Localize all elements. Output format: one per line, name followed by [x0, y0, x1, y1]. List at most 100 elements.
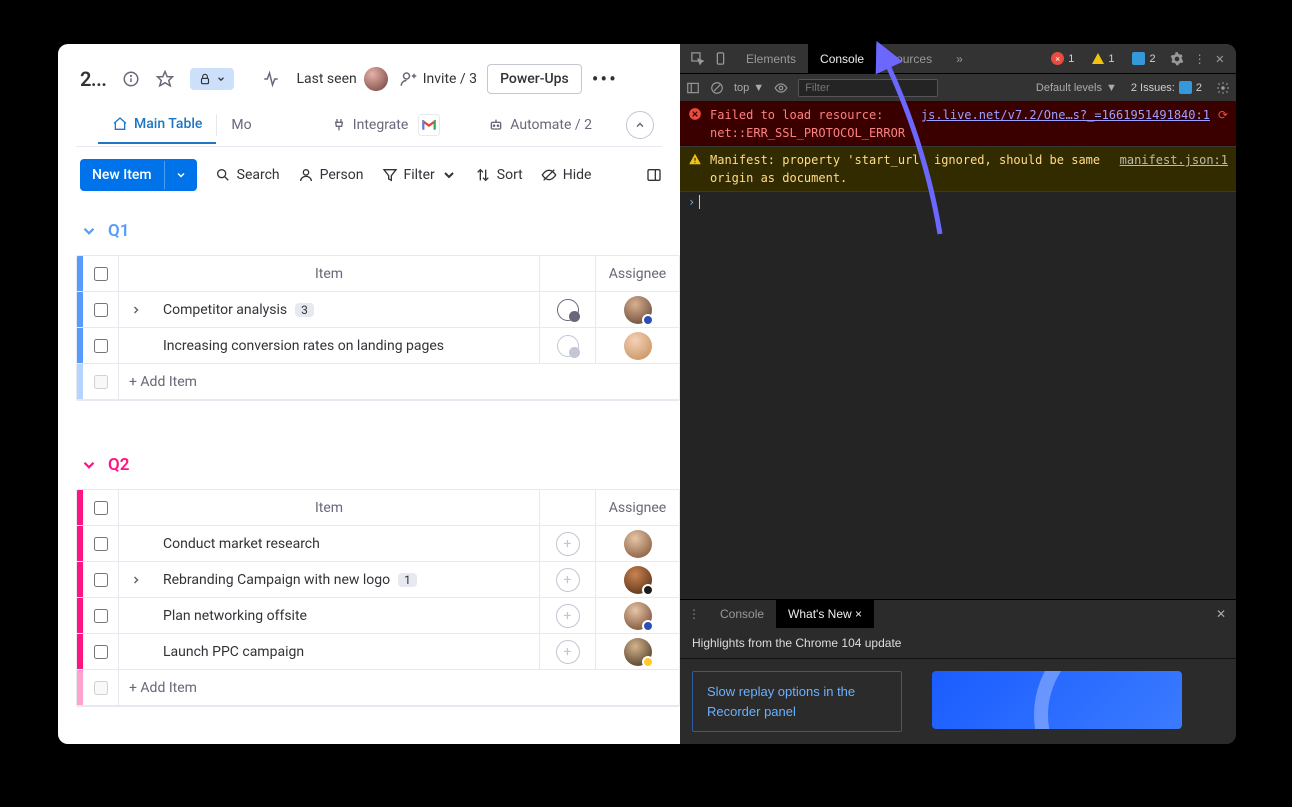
home-icon: [112, 116, 128, 132]
console-log-error[interactable]: Failed to load resource: net::ERR_SSL_PR…: [680, 102, 1236, 147]
invite-button[interactable]: Invite / 3: [399, 70, 477, 88]
assignee-avatar[interactable]: [624, 602, 652, 630]
item-name: Increasing conversion rates on landing p…: [163, 338, 444, 354]
row-checkbox[interactable]: [94, 645, 108, 659]
close-icon[interactable]: ✕: [1206, 607, 1236, 621]
drawer-tab-whatsnew[interactable]: What's New ×: [776, 600, 874, 628]
eye-icon[interactable]: [774, 81, 788, 95]
log-source-link[interactable]: manifest.json:1: [1120, 151, 1228, 169]
select-all-checkbox[interactable]: [94, 501, 108, 515]
warnings-badge[interactable]: 1: [1088, 53, 1118, 65]
expand-toggle[interactable]: [119, 574, 153, 586]
table-row[interactable]: Increasing conversion rates on landing p…: [77, 328, 679, 364]
assignee-avatar[interactable]: [624, 296, 652, 324]
col-assignee[interactable]: Assignee: [595, 256, 679, 291]
assignee-avatar[interactable]: [624, 530, 652, 558]
add-item-row[interactable]: + Add Item: [77, 364, 679, 400]
assignee-avatar[interactable]: [624, 332, 652, 360]
device-icon[interactable]: [713, 51, 728, 66]
table-row[interactable]: Plan networking offsite +: [77, 598, 679, 634]
inspect-icon[interactable]: [690, 51, 705, 66]
select-all-checkbox[interactable]: [94, 267, 108, 281]
board-title[interactable]: 2...: [80, 67, 106, 91]
group-title[interactable]: Q1: [80, 215, 680, 255]
tab-sources[interactable]: Sources: [876, 44, 944, 73]
chevron-right-icon: [130, 304, 142, 316]
chevron-right-icon: [130, 574, 142, 586]
drawer-menu-icon[interactable]: ⋮: [680, 607, 708, 621]
row-checkbox[interactable]: [94, 339, 108, 353]
whatsnew-card[interactable]: Slow replay options in the Recorder pane…: [692, 671, 902, 732]
activity-icon[interactable]: [262, 70, 280, 88]
table-row[interactable]: Competitor analysis3: [77, 292, 679, 328]
powerups-button[interactable]: Power-Ups: [487, 64, 582, 94]
more-menu-icon[interactable]: •••: [592, 67, 618, 91]
person-tool[interactable]: Person: [298, 167, 364, 183]
drawer-tab-console[interactable]: Console: [708, 600, 776, 628]
tab-console[interactable]: Console: [808, 44, 876, 73]
log-source-link[interactable]: js.live.net/v7.2/One…s?_=1661951491840:1: [921, 106, 1210, 124]
filter-input[interactable]: [798, 79, 938, 97]
gear-icon[interactable]: [1216, 81, 1230, 95]
add-conversation-icon[interactable]: +: [556, 604, 580, 628]
info-icon[interactable]: [122, 70, 140, 88]
col-item[interactable]: Item: [119, 500, 539, 516]
table-row[interactable]: Conduct market research +: [77, 526, 679, 562]
console-output[interactable]: Failed to load resource: net::ERR_SSL_PR…: [680, 102, 1236, 599]
console-log-warning[interactable]: Manifest: property 'start_url' ignored, …: [680, 147, 1236, 192]
clear-icon[interactable]: [710, 81, 724, 95]
errors-badge[interactable]: ×1: [1047, 52, 1078, 65]
chevron-down-icon[interactable]: [164, 161, 197, 189]
context-selector[interactable]: top ▼: [734, 82, 764, 94]
assignee-avatar[interactable]: [624, 566, 652, 594]
expand-toggle[interactable]: [119, 304, 153, 316]
gear-icon[interactable]: [1170, 52, 1184, 66]
issues-button[interactable]: 2 Issues: 2: [1127, 81, 1206, 94]
row-checkbox[interactable]: [94, 609, 108, 623]
assignee-avatar[interactable]: [624, 638, 652, 666]
search-tool[interactable]: Search: [215, 167, 280, 183]
console-prompt[interactable]: ›: [680, 192, 1236, 212]
col-item[interactable]: Item: [119, 266, 539, 282]
table-row[interactable]: Rebranding Campaign with new logo1 +: [77, 562, 679, 598]
close-tab-icon[interactable]: ×: [855, 607, 862, 621]
collapse-button[interactable]: [626, 111, 654, 139]
hide-tool[interactable]: Hide: [541, 167, 592, 183]
new-item-button[interactable]: New Item: [80, 159, 197, 191]
filter-tool[interactable]: Filter: [382, 167, 457, 183]
add-item-row[interactable]: + Add Item: [77, 670, 679, 706]
tab-main-table[interactable]: Main Table: [98, 106, 216, 144]
gmail-icon: [418, 114, 440, 136]
table-row[interactable]: Launch PPC campaign +: [77, 634, 679, 670]
conversation-icon[interactable]: [557, 299, 579, 321]
row-checkbox[interactable]: [94, 573, 108, 587]
close-icon[interactable]: ✕: [1216, 51, 1224, 67]
star-icon[interactable]: [156, 70, 174, 88]
add-conversation-icon[interactable]: +: [556, 532, 580, 556]
row-checkbox: [94, 375, 108, 389]
reload-icon[interactable]: ⟳: [1218, 106, 1228, 124]
row-checkbox[interactable]: [94, 303, 108, 317]
tab-automate[interactable]: Automate / 2: [474, 107, 606, 143]
lock-button[interactable]: [190, 68, 234, 90]
header-right: Last seen Invite / 3 Power-Ups •••: [296, 64, 664, 94]
sort-tool[interactable]: Sort: [475, 167, 523, 183]
last-seen[interactable]: Last seen: [296, 66, 388, 92]
col-assignee[interactable]: Assignee: [595, 490, 679, 525]
group-title[interactable]: Q2: [80, 449, 680, 489]
messages-badge[interactable]: 2: [1128, 52, 1159, 65]
item-name: Conduct market research: [163, 536, 320, 552]
conversation-icon[interactable]: [557, 335, 579, 357]
levels-selector[interactable]: Default levels ▼: [1036, 82, 1117, 94]
add-conversation-icon[interactable]: +: [556, 568, 580, 592]
tab-mo[interactable]: Mo: [217, 107, 265, 143]
sidebar-toggle-icon[interactable]: [686, 81, 700, 95]
add-conversation-icon[interactable]: +: [556, 640, 580, 664]
table: Item Assignee Conduct market research + …: [76, 489, 680, 707]
tab-more[interactable]: »: [944, 44, 975, 73]
tab-integrate[interactable]: Integrate: [317, 104, 455, 146]
tab-elements[interactable]: Elements: [734, 44, 808, 73]
row-checkbox[interactable]: [94, 537, 108, 551]
devtools-menu-icon[interactable]: ⋮: [1194, 52, 1206, 66]
expand-tool[interactable]: [646, 167, 662, 183]
